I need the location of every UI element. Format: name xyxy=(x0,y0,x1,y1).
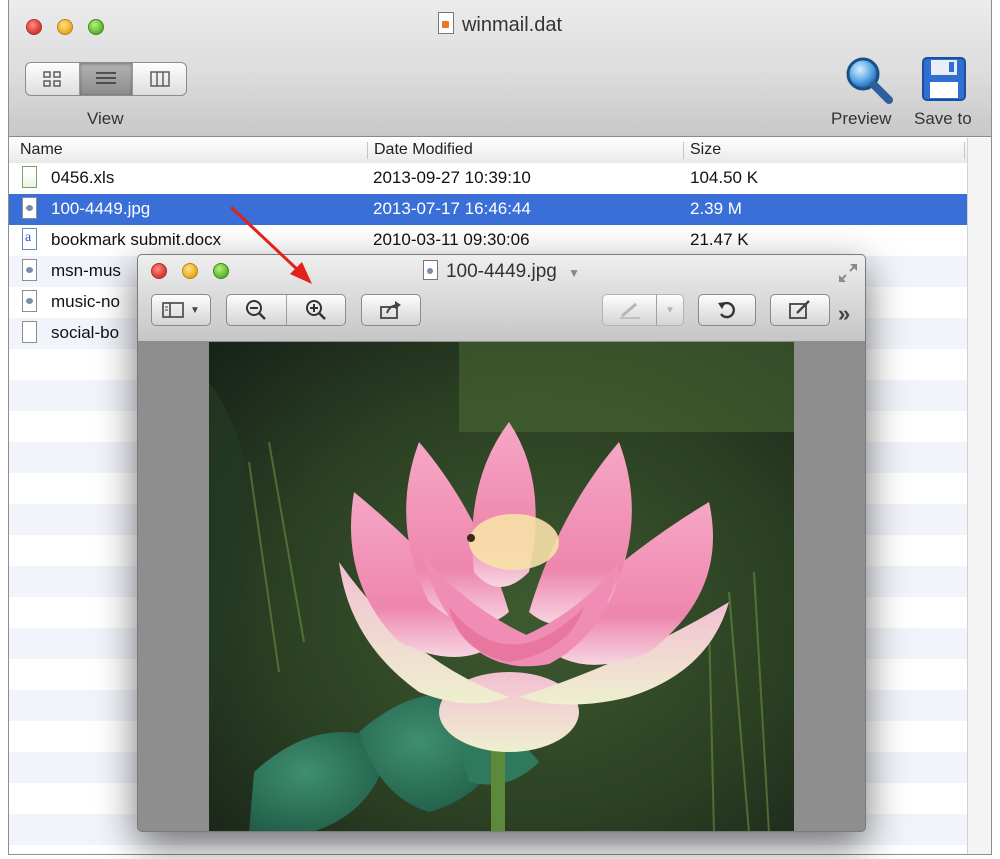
toolbar-overflow-button[interactable]: » xyxy=(838,301,862,326)
window-title: winmail.dat xyxy=(9,12,991,37)
zoom-out-button[interactable] xyxy=(227,295,286,325)
preview-canvas xyxy=(138,342,865,831)
vertical-scrollbar[interactable] xyxy=(967,138,991,854)
image-file-icon xyxy=(22,197,37,219)
archive-file-icon xyxy=(437,12,454,34)
zoom-buttons xyxy=(226,294,346,326)
sidebar-icon xyxy=(162,302,184,318)
file-size: 104.50 K xyxy=(690,168,759,187)
markup-button[interactable] xyxy=(770,294,830,326)
window-title-text: winmail.dat xyxy=(461,14,563,36)
markup-icon xyxy=(789,300,810,319)
pen-options-button[interactable]: ▼ xyxy=(656,295,683,325)
grid-icon xyxy=(43,71,62,87)
magnifier-icon xyxy=(846,57,893,104)
share-button[interactable] xyxy=(361,294,421,326)
document-icon xyxy=(22,321,37,343)
file-name: bookmark submit.docx xyxy=(51,230,222,249)
spreadsheet-icon xyxy=(22,166,37,188)
file-name: social-bo xyxy=(51,323,120,342)
image-file-icon xyxy=(22,290,37,312)
list-icon xyxy=(96,72,116,84)
pen-button[interactable] xyxy=(603,295,656,325)
file-size: 21.47 K xyxy=(690,230,749,249)
size-column-header[interactable]: Size xyxy=(690,141,721,159)
rotate-icon xyxy=(718,301,735,319)
pen-icon xyxy=(619,302,640,319)
zoom-out-icon xyxy=(246,300,267,320)
file-row-selected[interactable]: 100-4449.jpg 2013-07-17 16:46:44 2.39 M xyxy=(9,194,967,225)
file-name: music-no xyxy=(51,292,120,311)
column-divider[interactable] xyxy=(683,142,684,159)
file-date: 2010-03-11 09:30:06 xyxy=(373,230,530,249)
file-row[interactable]: bookmark submit.docx 2010-03-11 09:30:06… xyxy=(9,225,967,256)
fullscreen-icon[interactable] xyxy=(836,261,860,285)
rotate-button[interactable] xyxy=(698,294,756,326)
word-document-icon xyxy=(22,228,37,250)
quicklook-title-text: 100-4449.jpg xyxy=(445,261,557,282)
preview-label: Preview xyxy=(831,109,892,128)
column-divider[interactable] xyxy=(964,142,965,159)
file-name: 100-4449.jpg xyxy=(51,199,151,218)
image-file-icon xyxy=(422,260,438,280)
icon-view-button[interactable] xyxy=(26,63,80,95)
columns-icon xyxy=(149,71,170,87)
lotus-photo xyxy=(209,342,794,831)
file-name: msn-mus xyxy=(51,261,121,280)
preview-image xyxy=(209,342,794,831)
annotation-arrow xyxy=(230,206,312,284)
chevron-down-icon: ▼ xyxy=(190,304,200,316)
share-icon xyxy=(380,301,401,319)
floppy-disk-icon xyxy=(922,57,966,101)
file-row[interactable]: 0456.xls 2013-09-27 10:39:10 104.50 K xyxy=(9,163,967,194)
file-date: 2013-09-27 10:39:10 xyxy=(373,168,531,187)
zoom-in-icon xyxy=(305,300,326,320)
file-name: 0456.xls xyxy=(51,168,115,187)
zoom-in-button[interactable] xyxy=(285,295,346,325)
chevron-down-icon: ▼ xyxy=(665,304,675,316)
view-label: View xyxy=(87,109,124,128)
columns-header: Name Date Modified Size xyxy=(9,138,967,164)
save-to-label: Save to xyxy=(914,109,972,128)
column-divider[interactable] xyxy=(367,142,368,159)
name-column-header[interactable]: Name xyxy=(20,141,63,159)
quicklook-window: 100-4449.jpg ▼ ▼ ▼ » xyxy=(137,254,866,832)
view-switcher xyxy=(25,62,187,96)
date-column-header[interactable]: Date Modified xyxy=(374,141,473,159)
column-view-button[interactable] xyxy=(133,63,186,95)
list-view-button[interactable] xyxy=(79,63,134,95)
double-chevron-icon: » xyxy=(838,301,851,326)
save-to-button[interactable] xyxy=(921,56,971,104)
image-file-icon xyxy=(22,259,37,281)
sidebar-toggle-button[interactable]: ▼ xyxy=(151,294,211,326)
file-size: 2.39 M xyxy=(690,199,742,218)
markup-pen-button[interactable]: ▼ xyxy=(602,294,684,326)
chevron-down-icon: ▼ xyxy=(568,266,581,280)
preview-button[interactable] xyxy=(837,54,903,104)
file-date: 2013-07-17 16:46:44 xyxy=(373,199,531,218)
titlebar-toolbar: winmail.dat View Preview Save to xyxy=(9,0,991,137)
